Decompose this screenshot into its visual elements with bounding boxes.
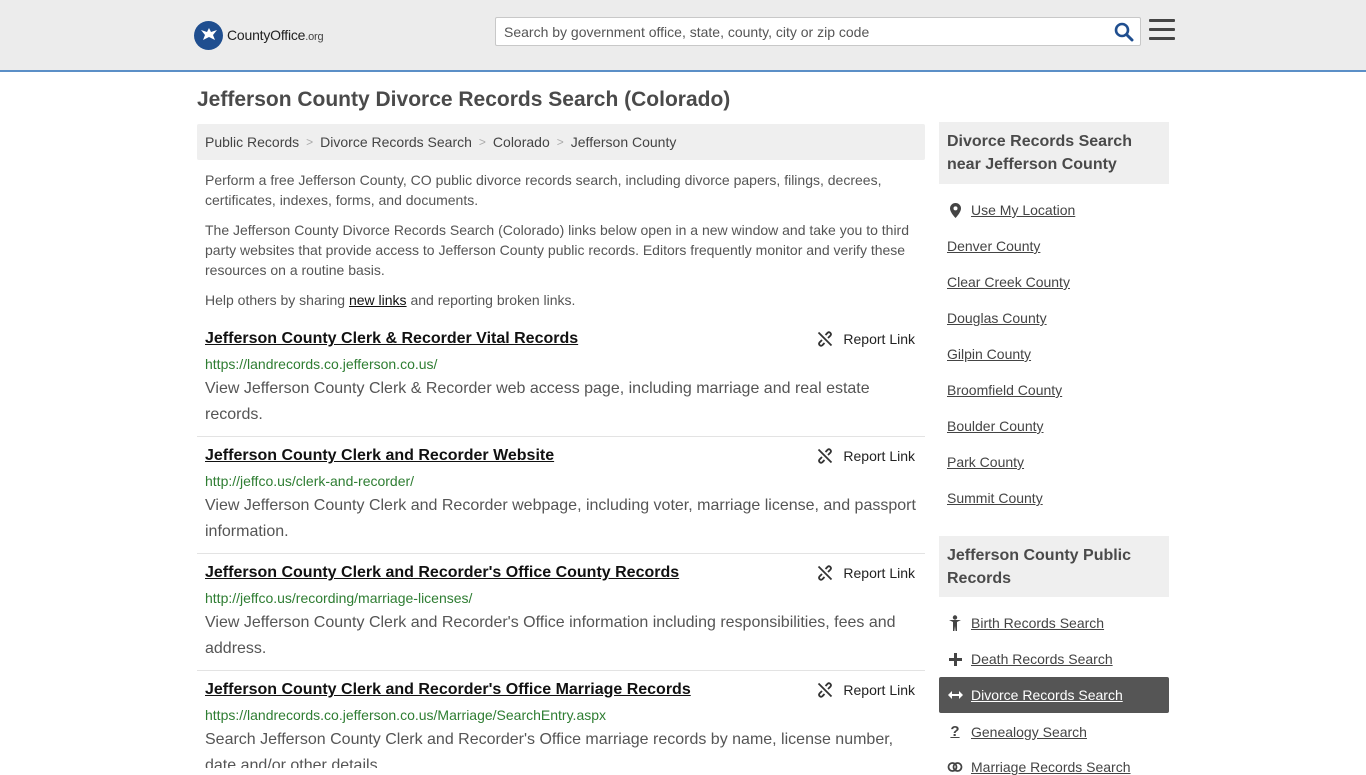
sidebar-item-denver-county[interactable]: Denver County [947,238,1040,254]
sidebar-item-park-county[interactable]: Park County [947,454,1024,470]
use-my-location-link[interactable]: Use My Location [947,202,1075,218]
report-link-label: Report Link [843,448,915,464]
person-icon [947,615,963,631]
rings-icon [947,761,963,773]
result-title-link[interactable]: Jefferson County Clerk and Recorder's Of… [205,681,691,699]
result-description: View Jefferson County Clerk and Recorder… [205,614,896,657]
sidebar-item-death-records[interactable]: Death Records Search [947,651,1113,667]
result-item: Jefferson County Clerk and Recorder Webs… [197,447,925,554]
result-url[interactable]: https://landrecords.co.jefferson.co.us/ [205,356,437,372]
breadcrumb-separator: > [478,135,486,149]
report-link-button[interactable]: Report Link [817,331,915,347]
sidebar-item-boulder-county[interactable]: Boulder County [947,418,1044,434]
use-my-location-label: Use My Location [971,202,1076,218]
report-link-label: Report Link [843,565,915,581]
page-title: Jefferson County Divorce Records Search … [197,88,731,111]
sidebar-public-records-heading: Jefferson County Public Records [939,536,1169,597]
report-link-button[interactable]: Report Link [817,682,915,698]
sidebar-item-divorce-records[interactable]: Divorce Records Search [947,687,1123,703]
breadcrumb-public-records[interactable]: Public Records [205,134,299,150]
sidebar-item-gilpin-county[interactable]: Gilpin County [947,346,1031,362]
intro-paragraph-disclaimer: The Jefferson County Divorce Records Sea… [205,222,909,278]
result-url[interactable]: http://jeffco.us/recording/marriage-lice… [205,590,472,606]
result-title-link[interactable]: Jefferson County Clerk & Recorder Vital … [205,330,578,348]
broken-link-icon [818,448,833,464]
report-link-button[interactable]: Report Link [817,448,915,464]
site-logo[interactable]: CountyOffice.org [194,20,324,50]
sidebar-item-clear-creek-county[interactable]: Clear Creek County [947,274,1070,290]
result-item: Jefferson County Clerk & Recorder Vital … [197,330,925,437]
breadcrumb-colorado[interactable]: Colorado [493,134,550,150]
intro-paragraph: Perform a free Jefferson County, CO publ… [205,172,882,208]
breadcrumb-jefferson-county[interactable]: Jefferson County [571,134,677,150]
report-link-button[interactable]: Report Link [817,565,915,581]
sidebar-nearby-heading: Divorce Records Search near Jefferson Co… [939,122,1169,184]
broken-link-icon [818,682,833,698]
hamburger-menu-icon[interactable] [1149,19,1175,43]
broken-link-icon [818,565,833,581]
sidebar-item-summit-county[interactable]: Summit County [947,490,1043,506]
result-description: View Jefferson County Clerk and Recorder… [205,497,916,540]
report-link-label: Report Link [843,331,915,347]
new-links-link[interactable]: new links [349,292,407,308]
logo-text: CountyOffice.org [227,27,324,43]
sidebar-item-marriage-records[interactable]: Marriage Records Search [947,759,1131,775]
result-url[interactable]: http://jeffco.us/clerk-and-recorder/ [205,473,414,489]
broken-link-icon [818,331,833,347]
result-item: Jefferson County Clerk and Recorder's Of… [197,681,925,768]
sidebar-item-birth-records[interactable]: Birth Records Search [947,615,1104,631]
double-arrow-icon [947,690,963,700]
report-link-label: Report Link [843,682,915,698]
result-item: Jefferson County Clerk and Recorder's Of… [197,564,925,671]
plus-icon [947,652,963,666]
sidebar-item-genealogy[interactable]: ? Genealogy Search [947,723,1087,740]
result-title-link[interactable]: Jefferson County Clerk and Recorder's Of… [205,564,679,582]
site-header: CountyOffice.org [0,0,1366,72]
result-description: View Jefferson County Clerk & Recorder w… [205,380,870,423]
map-pin-icon [947,202,963,218]
breadcrumb-divorce-records-search[interactable]: Divorce Records Search [320,134,472,150]
breadcrumb-separator: > [556,135,564,149]
breadcrumb: Public Records > Divorce Records Search … [197,124,925,160]
search-input[interactable] [496,18,1106,45]
sidebar-item-broomfield-county[interactable]: Broomfield County [947,382,1062,398]
result-url[interactable]: https://landrecords.co.jefferson.co.us/M… [205,707,606,723]
question-icon: ? [950,723,960,740]
logo-eagle-icon [194,20,223,50]
search-bar [495,17,1141,46]
sidebar-item-douglas-county[interactable]: Douglas County [947,310,1047,326]
result-description: Search Jefferson County Clerk and Record… [205,731,894,768]
result-title-link[interactable]: Jefferson County Clerk and Recorder Webs… [205,447,554,465]
intro-share-links: Help others by sharing new links and rep… [205,292,576,308]
search-icon[interactable] [1114,22,1134,42]
breadcrumb-separator: > [306,135,314,149]
